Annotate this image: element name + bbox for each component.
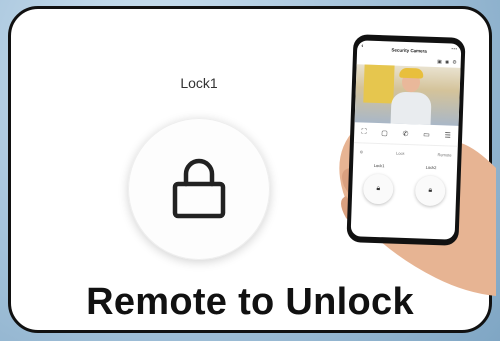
lock2-label: Lock2 xyxy=(425,164,437,171)
video-icon[interactable]: ▭ xyxy=(423,131,430,139)
tab-remote[interactable]: Remote xyxy=(437,152,451,157)
phone-tabs: ⚙ Lock Remote xyxy=(353,143,457,158)
record-icon[interactable]: ◉ xyxy=(445,59,450,67)
phone-lock-row: Lock1 🔒︎ Lock2 🔒︎ xyxy=(352,162,457,207)
lock1-button[interactable]: 🔒︎ xyxy=(362,173,394,205)
camera-icon[interactable]: ▣ xyxy=(437,59,442,67)
lock-label: Lock1 xyxy=(180,75,218,91)
more-icon[interactable]: ⋯ xyxy=(451,46,457,53)
unlock-button[interactable] xyxy=(128,118,270,260)
tab-lock[interactable]: Lock xyxy=(396,151,405,156)
fullscreen-icon[interactable]: ⛶ xyxy=(361,128,366,136)
camera-feed xyxy=(354,64,461,126)
phone-screen: ‹ Security Camera ⋯ ▣ ◉ ⚙ ⛶ ▢ ✆ ▭ ☰ ⚙ Lo… xyxy=(350,40,462,240)
padlock-icon xyxy=(172,158,226,219)
settings-icon[interactable]: ⚙ xyxy=(452,60,457,68)
back-icon[interactable]: ‹ xyxy=(361,43,363,49)
phone-title: Security Camera xyxy=(391,46,427,54)
smartphone: ‹ Security Camera ⋯ ▣ ◉ ⚙ ⛶ ▢ ✆ ▭ ☰ ⚙ Lo… xyxy=(346,34,466,246)
lock1-label: Lock1 xyxy=(373,162,385,169)
tab-gear-icon[interactable]: ⚙ xyxy=(359,149,363,154)
snapshot-icon[interactable]: ▢ xyxy=(381,129,388,137)
lock2-button[interactable]: 🔒︎ xyxy=(414,175,446,207)
menu-icon[interactable]: ☰ xyxy=(444,131,451,139)
call-icon[interactable]: ✆ xyxy=(402,130,408,138)
